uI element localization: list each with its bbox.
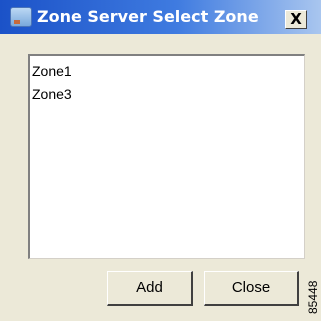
- add-button[interactable]: Add: [107, 271, 193, 306]
- figure-number: 85448: [306, 280, 320, 314]
- window-title: Zone Server Select Zone: [37, 7, 259, 26]
- list-item-zone1[interactable]: Zone1: [32, 62, 72, 80]
- close-icon[interactable]: X: [285, 10, 307, 29]
- zone-select-dialog: Zone Server Select Zone X Zone1 Zone3 Ad…: [0, 0, 321, 321]
- list-item-zone3[interactable]: Zone3: [32, 85, 72, 103]
- zone-listbox[interactable]: Zone1 Zone3: [28, 54, 305, 259]
- close-button[interactable]: Close: [204, 271, 299, 306]
- title-bar[interactable]: Zone Server Select Zone X: [0, 0, 321, 34]
- app-window-icon: [10, 7, 32, 27]
